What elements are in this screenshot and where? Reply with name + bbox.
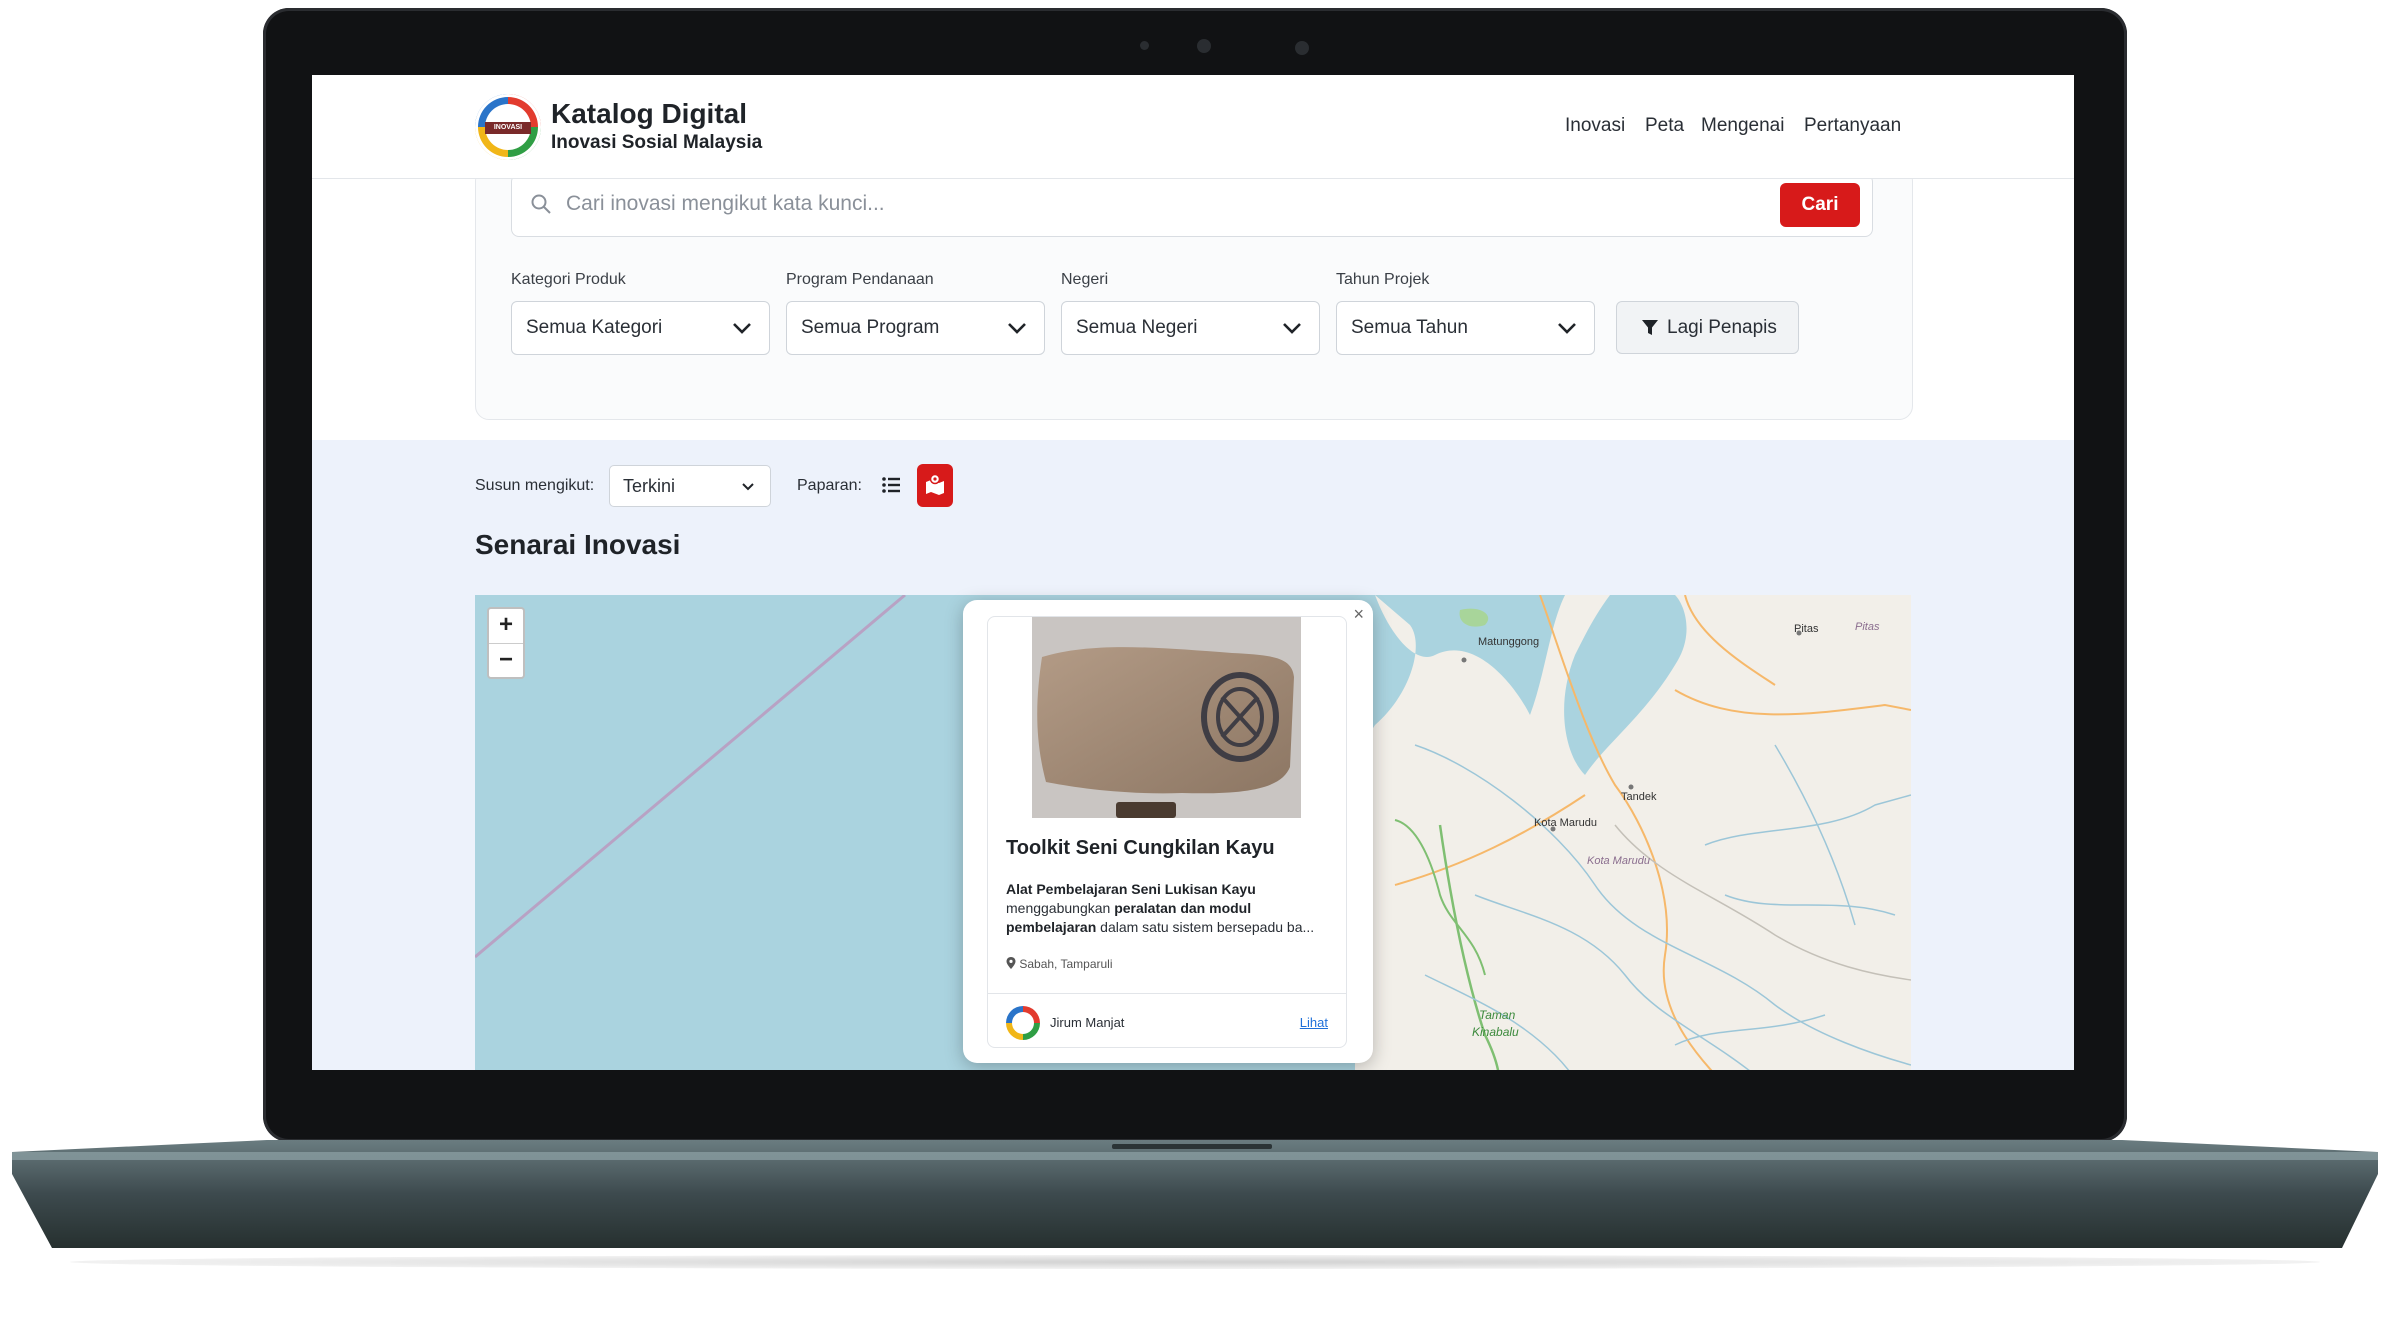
chevron-down-icon — [733, 323, 751, 334]
filter-label-category: Kategori Produk — [511, 271, 626, 288]
nav-link-peta[interactable]: Peta — [1645, 115, 1684, 137]
description-bold: Alat Pembelajaran Seni Lukisan Kayu — [1006, 881, 1256, 897]
sort-select[interactable]: Terkini — [609, 465, 771, 507]
view-label: Paparan: — [797, 477, 862, 494]
floor-shadow — [70, 1255, 2320, 1269]
innovation-location: Sabah, Tamparuli — [1006, 957, 1113, 971]
search-input[interactable]: Cari inovasi mengikut kata kunci... — [566, 192, 885, 216]
navbar: INOVASI Katalog Digital Inovasi Sosial M… — [312, 75, 2074, 179]
program-select[interactable]: Semua Program — [786, 301, 1045, 355]
brand-logo[interactable]: INOVASI — [475, 94, 541, 160]
chevron-down-icon — [742, 483, 754, 491]
map-place-label: Kota Marudu — [1534, 817, 1597, 829]
innovation-photo — [1032, 617, 1301, 818]
chevron-down-icon — [1283, 323, 1301, 334]
map-place-label: Pitas — [1855, 621, 1880, 633]
laptop-sensor — [1140, 41, 1149, 50]
state-select[interactable]: Semua Negeri — [1061, 301, 1320, 355]
year-select[interactable]: Semua Tahun — [1336, 301, 1595, 355]
map-place-label: Taman — [1479, 1008, 1516, 1022]
filter-label-year: Tahun Projek — [1336, 271, 1430, 288]
more-filters-label: Lagi Penapis — [1667, 317, 1777, 338]
screen: Cari inovasi mengikut kata kunci... Cari… — [312, 75, 2074, 1070]
author-name: Jirum Manjat — [1050, 1015, 1125, 1030]
filter-icon — [1642, 320, 1658, 335]
innovation-title: Toolkit Seni Cungkilan Kayu — [1006, 837, 1275, 859]
section-title: Senarai Inovasi — [475, 529, 681, 560]
brand-subtitle: Inovasi Sosial Malaysia — [551, 132, 763, 153]
category-select-value: Semua Kategori — [526, 317, 663, 338]
zoom-control: + − — [487, 607, 525, 679]
innovation-description: Alat Pembelajaran Seni Lukisan Kayu meng… — [1006, 880, 1336, 937]
laptop-sensor — [1295, 41, 1309, 55]
zoom-in-button[interactable]: + — [489, 609, 523, 644]
location-text: Sabah, Tamparuli — [1019, 957, 1113, 971]
more-filters-button[interactable]: Lagi Penapis — [1616, 301, 1799, 354]
description-text: dalam satu sistem bersepadu ba... — [1096, 919, 1315, 935]
nav-link-mengenai[interactable]: Mengenai — [1701, 115, 1784, 137]
close-icon[interactable]: × — [1353, 604, 1364, 625]
filter-label-program: Program Pendanaan — [786, 271, 934, 288]
view-link[interactable]: Lihat — [1300, 1015, 1328, 1030]
search-icon — [531, 194, 551, 214]
search-button[interactable]: Cari — [1780, 183, 1860, 227]
map-place-label: Pitas — [1794, 623, 1819, 635]
map-view-button[interactable] — [917, 464, 953, 507]
avatar — [1006, 1006, 1040, 1040]
brand-title[interactable]: Katalog Digital — [551, 98, 747, 130]
card-divider — [988, 993, 1346, 994]
map-popup: × Toolkit Seni Cungkilan Kayu Alat Pembe… — [963, 600, 1373, 1063]
nav-link-pertanyaan[interactable]: Pertanyaan — [1804, 115, 1901, 137]
innovation-card[interactable]: Toolkit Seni Cungkilan Kayu Alat Pembela… — [987, 616, 1347, 1048]
logo-text: INOVASI — [485, 122, 531, 134]
map-place-label: Kota Marudu — [1587, 855, 1650, 867]
description-text: menggabungkan — [1006, 900, 1115, 916]
program-select-value: Semua Program — [801, 317, 940, 338]
map-icon — [926, 473, 944, 495]
chevron-down-icon — [1008, 323, 1026, 334]
map-place-label: Tandek — [1621, 791, 1657, 803]
chevron-down-icon — [1558, 323, 1576, 334]
location-pin-icon — [1006, 957, 1016, 969]
search-bar[interactable]: Cari inovasi mengikut kata kunci... Cari — [511, 174, 1873, 237]
list-icon[interactable] — [878, 471, 906, 499]
state-select-value: Semua Negeri — [1076, 317, 1198, 338]
map-place-label: Kinabalu — [1472, 1025, 1519, 1039]
nav-link-inovasi[interactable]: Inovasi — [1565, 115, 1625, 137]
zoom-out-button[interactable]: − — [489, 644, 523, 678]
laptop-base — [12, 1140, 2378, 1248]
laptop-camera — [1197, 39, 1211, 53]
year-select-value: Semua Tahun — [1351, 317, 1468, 338]
sort-select-value: Terkini — [623, 476, 676, 496]
map-place-label: Matunggong — [1478, 636, 1540, 648]
sort-label: Susun mengikut: — [475, 477, 595, 494]
filter-label-state: Negeri — [1061, 271, 1109, 288]
category-select[interactable]: Semua Kategori — [511, 301, 770, 355]
